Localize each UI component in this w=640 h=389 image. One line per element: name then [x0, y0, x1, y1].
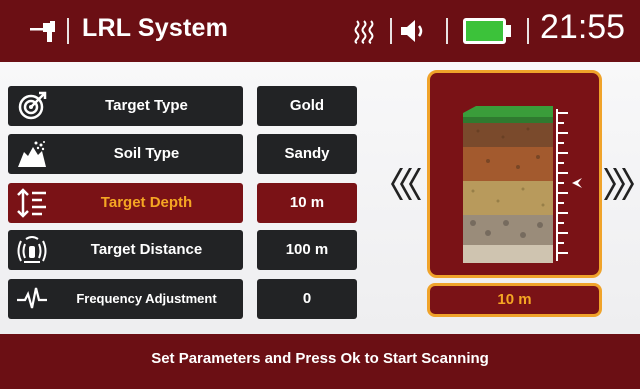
app-title: LRL System [82, 14, 229, 42]
header-bar: LRL System 21:55 [0, 0, 640, 62]
depth-icon [17, 188, 46, 218]
target-type-label: Target Type [105, 97, 188, 114]
soil-depth-visual [427, 70, 602, 278]
target-type-value[interactable]: Gold [257, 86, 357, 126]
target-distance-value[interactable]: 100 m [257, 230, 357, 270]
target-depth-value[interactable]: 10 m [257, 183, 357, 223]
clock: 21:55 [540, 8, 626, 46]
detector-icon [30, 21, 55, 42]
soil-layers-image [463, 106, 582, 263]
soil-type-value[interactable]: Sandy [257, 134, 357, 174]
target-icon [18, 91, 47, 120]
depth-readout: 10 m [427, 283, 602, 317]
volume-icon[interactable] [398, 17, 428, 45]
main-panel: Target Type Gold Soil Type Sandy Target … [0, 62, 640, 334]
signal-range-icon [17, 236, 47, 263]
target-depth-button[interactable]: Target Depth [8, 183, 243, 223]
battery-icon [463, 18, 511, 44]
frequency-adjustment-value[interactable]: 0 [257, 279, 357, 319]
soil-type-button[interactable]: Soil Type [8, 134, 243, 174]
header-divider [67, 18, 69, 44]
heat-signal-icon[interactable] [352, 18, 378, 44]
chevron-left-icon[interactable] [388, 164, 422, 204]
soil-type-label: Soil Type [113, 145, 180, 162]
target-type-button[interactable]: Target Type [8, 86, 243, 126]
instruction-text: Set Parameters and Press Ok to Start Sca… [151, 350, 489, 367]
frequency-adjustment-label: Frequency Adjustment [76, 291, 217, 306]
header-divider [527, 18, 529, 44]
target-distance-button[interactable]: Target Distance [8, 230, 243, 270]
frequency-icon [17, 287, 47, 309]
header-divider [390, 18, 392, 44]
chevron-right-icon[interactable] [602, 164, 636, 204]
header-divider [446, 18, 448, 44]
frequency-adjustment-button[interactable]: Frequency Adjustment [8, 279, 243, 319]
target-depth-label: Target Depth [100, 194, 193, 211]
status-bar: Set Parameters and Press Ok to Start Sca… [0, 334, 640, 389]
target-distance-label: Target Distance [90, 241, 203, 258]
soil-icon [18, 141, 46, 167]
